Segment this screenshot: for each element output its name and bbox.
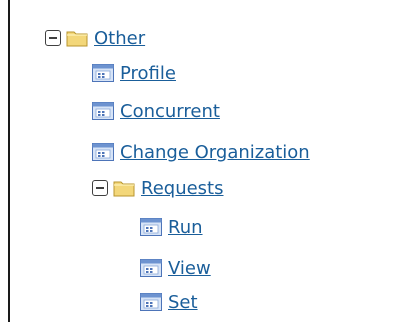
function-link-concurrent[interactable]: Concurrent — [120, 101, 220, 122]
folder-link-other[interactable]: Other — [94, 28, 145, 49]
tree-item-change-organization: Change Organization — [92, 139, 310, 165]
function-window-icon — [92, 64, 114, 82]
tree-item-concurrent: Concurrent — [92, 98, 220, 124]
function-link-run[interactable]: Run — [168, 217, 203, 238]
tree-node-requests: Requests — [92, 175, 224, 201]
function-link-view[interactable]: View — [168, 258, 211, 279]
tree-item-view: View — [140, 255, 211, 281]
minus-square-icon[interactable] — [45, 30, 61, 46]
tree-item-run: Run — [140, 214, 203, 240]
folder-icon — [66, 29, 88, 47]
function-link-change-organization[interactable]: Change Organization — [120, 142, 310, 163]
folder-link-requests[interactable]: Requests — [141, 178, 224, 199]
tree-item-set: Set — [140, 289, 198, 315]
minus-square-icon[interactable] — [92, 180, 108, 196]
folder-icon — [113, 179, 135, 197]
function-link-set[interactable]: Set — [168, 292, 198, 313]
function-window-icon — [140, 259, 162, 277]
tree-item-profile: Profile — [92, 60, 176, 86]
function-window-icon — [92, 143, 114, 161]
function-window-icon — [140, 293, 162, 311]
function-link-profile[interactable]: Profile — [120, 63, 176, 84]
navigator-tree-panel: Other Profile Concurrent Change Organiza… — [8, 0, 391, 322]
tree-node-other: Other — [45, 25, 145, 51]
function-window-icon — [92, 102, 114, 120]
function-window-icon — [140, 218, 162, 236]
